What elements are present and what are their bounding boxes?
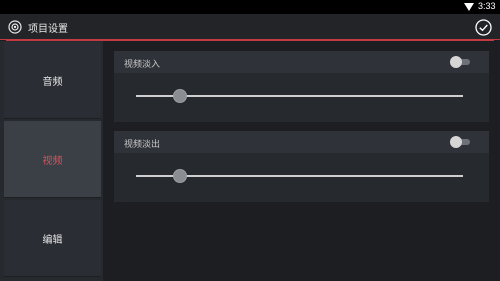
fade-out-toggle[interactable] bbox=[450, 136, 470, 148]
fade-in-label: 视频淡入 bbox=[124, 60, 161, 70]
page-title: 项目设置 bbox=[28, 24, 68, 35]
sidebar-item-audio[interactable]: 音频 bbox=[4, 42, 101, 119]
fade-out-label: 视频淡出 bbox=[124, 140, 161, 150]
status-bar: 3:33 bbox=[0, 0, 500, 14]
sidebar-item-label: 音频 bbox=[42, 76, 63, 88]
back-circle-icon[interactable] bbox=[8, 20, 22, 34]
sidebar-item-label: 编辑 bbox=[42, 234, 63, 246]
sidebar-item-video[interactable]: 视频 bbox=[4, 121, 101, 198]
fade-in-toggle[interactable] bbox=[450, 56, 470, 68]
slider-thumb[interactable] bbox=[173, 169, 187, 183]
wifi-icon bbox=[464, 3, 474, 11]
checkmark-circle-icon[interactable] bbox=[475, 19, 492, 36]
toggle-knob bbox=[450, 136, 462, 148]
fade-in-panel: 视频淡入 bbox=[114, 51, 489, 122]
app-header: 项目设置 bbox=[0, 14, 500, 40]
sidebar-item-label: 视频 bbox=[42, 155, 63, 167]
status-time: 3:33 bbox=[478, 1, 496, 11]
panel-header: 视频淡出 bbox=[114, 131, 489, 153]
settings-content: 视频淡入 视频淡出 bbox=[103, 41, 500, 281]
panel-header: 视频淡入 bbox=[114, 51, 489, 73]
slider-thumb[interactable] bbox=[173, 89, 187, 103]
sidebar-item-edit[interactable]: 编辑 bbox=[4, 200, 101, 277]
fade-out-slider[interactable] bbox=[136, 169, 463, 183]
sidebar: 音频 视频 编辑 bbox=[0, 41, 103, 281]
toggle-knob bbox=[450, 56, 462, 68]
fade-out-panel: 视频淡出 bbox=[114, 131, 489, 202]
fade-in-slider[interactable] bbox=[136, 89, 463, 103]
